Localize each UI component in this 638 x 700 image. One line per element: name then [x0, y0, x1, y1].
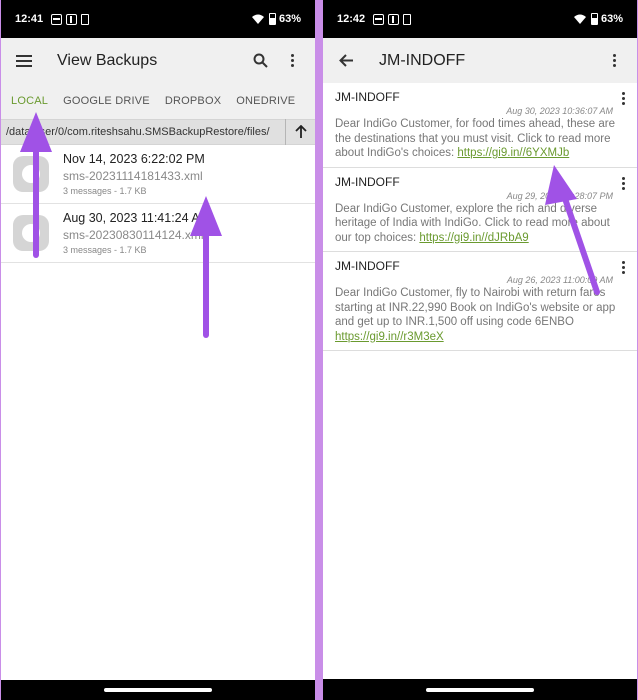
tab-dropbox[interactable]: DROPBOX [165, 95, 221, 107]
phone-notification-icon [403, 13, 412, 25]
battery-percent: 63% [278, 13, 301, 25]
menu-icon[interactable] [13, 50, 35, 72]
message-notification-icon [373, 13, 385, 25]
message-sender: JM-INDOFF [335, 174, 400, 189]
backup-file-list: Nov 14, 2023 6:22:02 PM sms-202311141814… [1, 145, 315, 700]
home-handle[interactable] [104, 688, 212, 692]
status-bar: 12:41 63% [1, 0, 315, 38]
storage-tabs: LOCAL GOOGLE DRIVE DROPBOX ONEDRIVE [1, 83, 315, 119]
app-bar: View Backups [1, 38, 315, 83]
message-list: JM-INDOFF Aug 30, 2023 10:36:07 AM Dear … [323, 83, 637, 679]
folder-path: /data/user/0/com.riteshsahu.SMSBackupRes… [6, 126, 270, 138]
folder-path-bar: /data/user/0/com.riteshsahu.SMSBackupRes… [1, 119, 315, 145]
home-handle[interactable] [426, 688, 534, 692]
message-sender: JM-INDOFF [335, 259, 400, 273]
more-options-icon[interactable] [281, 50, 303, 72]
file-name: sms-20231114181433.xml [63, 169, 203, 183]
tab-google-drive[interactable]: GOOGLE DRIVE [63, 95, 150, 107]
message-notification-icon [51, 13, 63, 25]
message-timestamp: Aug 29, 2023 11:28:07 PM [506, 190, 613, 201]
message-body: Dear IndiGo Customer, fly to Nairobi wit… [335, 287, 616, 343]
message-item[interactable]: JM-INDOFF Aug 29, 2023 11:28:07 PM Dear … [323, 168, 637, 252]
message-more-icon[interactable] [622, 260, 625, 275]
message-timestamp: Aug 30, 2023 10:36:07 AM [506, 106, 613, 116]
message-item[interactable]: JM-INDOFF Aug 30, 2023 10:36:07 AM Dear … [323, 83, 637, 168]
status-bar: 12:42 63% [323, 0, 637, 38]
message-more-icon[interactable] [622, 91, 625, 106]
battery-icon [590, 13, 598, 25]
backup-file-item[interactable]: Aug 30, 2023 11:41:24 AM sms-20230830114… [1, 204, 315, 263]
message-link[interactable]: https://gi9.in//6YXMJb [457, 147, 569, 159]
back-arrow-icon[interactable] [335, 50, 357, 72]
gesture-nav-bar [1, 680, 315, 700]
wifi-icon [251, 14, 264, 24]
battery-percent: 63% [600, 13, 623, 25]
left-phone-screen: 12:41 63% View Backups LOCAL GOOGLE DRIV… [1, 0, 315, 700]
file-meta: 3 messages - 1.7 KB [63, 245, 147, 255]
search-icon[interactable] [249, 50, 271, 72]
file-icon [13, 215, 49, 251]
app-notification-icon [66, 13, 78, 25]
tab-onedrive[interactable]: ONEDRIVE [236, 95, 295, 107]
up-arrow-icon[interactable] [285, 119, 315, 145]
message-link[interactable]: https://gi9.in//r3M3eX [335, 331, 444, 343]
file-name: sms-20230830114124.xml [63, 228, 204, 242]
message-body: Dear IndiGo Customer, explore the rich a… [335, 202, 610, 244]
conversation-title: JM-INDOFF [379, 51, 466, 69]
app-notification-icon [388, 13, 400, 25]
file-icon [13, 156, 49, 192]
wifi-icon [573, 14, 586, 24]
message-body: Dear IndiGo Customer, for food times ahe… [335, 118, 615, 159]
right-phone-screen: 12:42 63% JM-INDOFF JM-INDOFF Aug 30, 20… [323, 0, 637, 700]
phone-notification-icon [81, 13, 90, 25]
gesture-nav-bar [323, 680, 637, 700]
message-sender: JM-INDOFF [335, 90, 400, 104]
status-time: 12:42 [337, 13, 366, 25]
app-bar: JM-INDOFF [323, 38, 637, 83]
tab-local[interactable]: LOCAL [11, 95, 48, 107]
status-time: 12:41 [15, 13, 44, 25]
more-options-icon[interactable] [603, 50, 625, 72]
file-meta: 3 messages - 1.7 KB [63, 186, 147, 196]
backup-file-item[interactable]: Nov 14, 2023 6:22:02 PM sms-202311141814… [1, 145, 315, 204]
file-date: Nov 14, 2023 6:22:02 PM [63, 152, 205, 166]
message-item[interactable]: JM-INDOFF Aug 26, 2023 11:00:09 AM Dear … [323, 252, 637, 351]
message-timestamp: Aug 26, 2023 11:00:09 AM [506, 275, 613, 285]
file-date: Aug 30, 2023 11:41:24 AM [63, 211, 211, 225]
message-link[interactable]: https://gi9.in//dJRbA9 [419, 232, 528, 244]
battery-icon [268, 13, 276, 25]
page-title: View Backups [57, 51, 158, 69]
message-more-icon[interactable] [622, 176, 625, 191]
